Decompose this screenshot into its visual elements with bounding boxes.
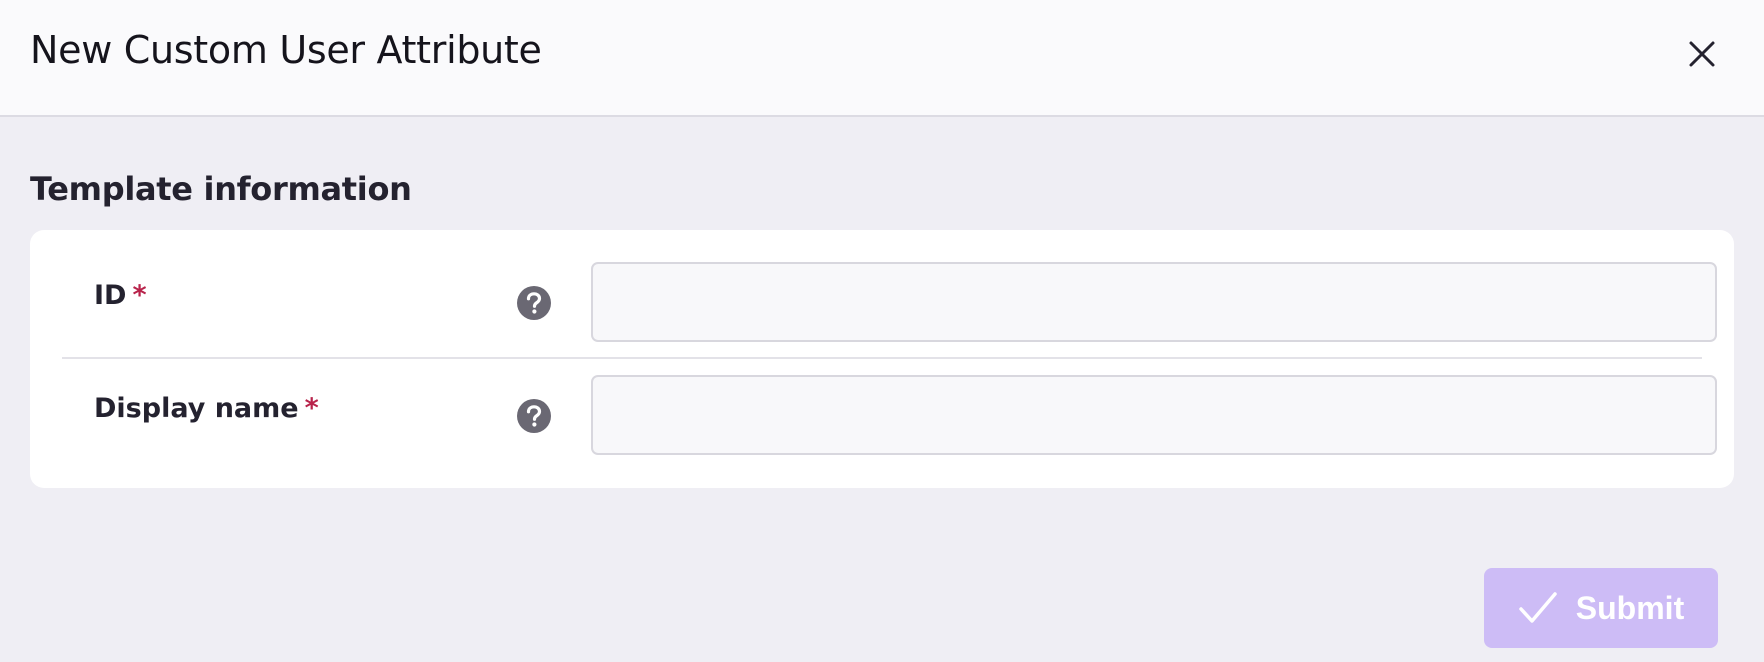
help-icon[interactable] — [517, 399, 551, 433]
dialog-title: New Custom User Attribute — [30, 28, 542, 72]
submit-button[interactable]: Submit — [1484, 568, 1718, 648]
custom-user-attribute-dialog: New Custom User Attribute Template infor… — [0, 0, 1764, 662]
display-name-input[interactable] — [591, 375, 1717, 455]
display-name-label: Display name * — [94, 393, 319, 424]
submit-label: Submit — [1575, 589, 1685, 626]
form-row-id: ID * — [30, 230, 1734, 344]
section-title: Template information — [30, 170, 412, 208]
help-icon[interactable] — [517, 286, 551, 320]
required-marker: * — [304, 393, 319, 424]
form-row-display-name: Display name * — [30, 358, 1734, 472]
template-form-card: ID * Display name * — [30, 230, 1734, 488]
id-input[interactable] — [591, 262, 1717, 342]
close-button[interactable] — [1682, 34, 1722, 74]
display-name-label-text: Display name — [94, 393, 299, 424]
id-label: ID * — [94, 280, 147, 311]
id-label-text: ID — [94, 280, 127, 311]
check-icon — [1519, 592, 1557, 623]
dialog-header: New Custom User Attribute — [0, 0, 1764, 117]
required-marker: * — [132, 280, 147, 311]
close-icon — [1689, 41, 1715, 67]
